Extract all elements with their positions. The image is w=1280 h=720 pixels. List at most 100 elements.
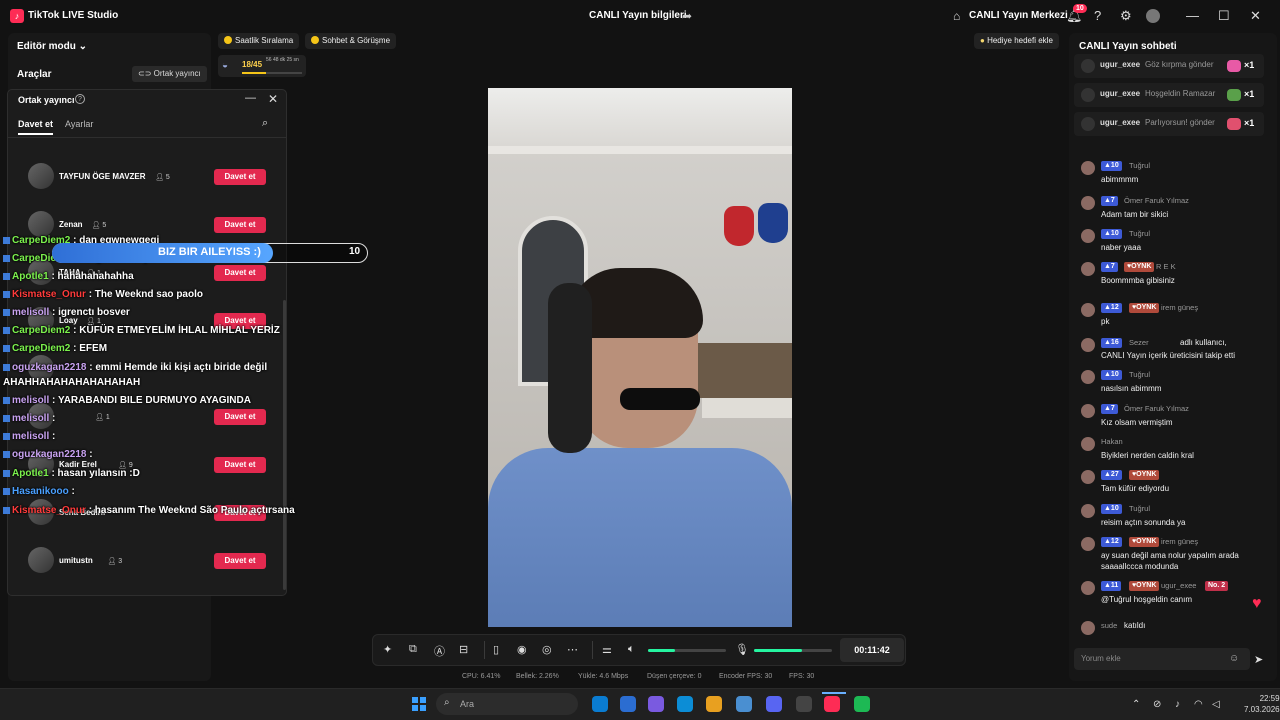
copilot-icon[interactable]	[648, 696, 664, 712]
invite-button[interactable]: Davet et	[214, 409, 266, 425]
sofa	[688, 343, 792, 398]
encoder-fps-stat: Encoder FPS: 30	[719, 673, 773, 680]
overlay-message: : EFEM	[70, 343, 108, 354]
discord-icon[interactable]	[766, 696, 782, 712]
chat-username: Tuğrul	[1129, 229, 1150, 238]
cohost-follower-count: 👤︎ 5	[91, 222, 107, 229]
avatar	[1081, 262, 1095, 276]
overlay-chat-line: Hasanikooo :	[3, 486, 75, 497]
record-icon[interactable]: ◉	[517, 643, 527, 656]
gear-icon[interactable]: ⚙	[1120, 8, 1132, 24]
tab-settings[interactable]: Ayarlar	[65, 119, 93, 129]
overlay-chat-line: Kismatse_Onur : The Weeknd sao paolo	[3, 289, 203, 300]
overlay-username: melisoll	[12, 413, 50, 424]
search-icon: ⌕	[444, 697, 450, 708]
chat-username: ugur_exee	[1161, 581, 1197, 590]
tiktok-studio-icon[interactable]	[824, 696, 840, 712]
active-app-indicator	[822, 692, 846, 694]
divider	[592, 641, 593, 659]
chevron-up-icon[interactable]: ⌃	[1132, 699, 1140, 710]
taskbar-search[interactable]: Ara	[436, 693, 578, 715]
overlay-username: Kismatse_Onur	[12, 289, 86, 300]
steam-icon[interactable]	[796, 696, 812, 712]
link-icon: ⊂⊃	[138, 69, 152, 78]
maximize-icon[interactable]: ☐	[1218, 8, 1230, 24]
live-info-title[interactable]: CANLI Yayın bilgileri	[589, 10, 687, 21]
cohost-button[interactable]: ⊂⊃ Ortak yayıncı	[132, 66, 207, 82]
level-badge: ▲12	[1101, 303, 1122, 313]
close-icon[interactable]: ✕	[1250, 8, 1261, 24]
scrollbar[interactable]	[283, 300, 286, 590]
minimize-icon[interactable]: —	[245, 92, 256, 104]
ai-icon[interactable]: Ⓐ	[434, 643, 445, 659]
phone-icon[interactable]: ▯	[493, 643, 499, 656]
minimize-icon[interactable]: —	[1186, 8, 1199, 23]
level-badge: ▲10	[1101, 161, 1122, 171]
send-icon[interactable]: ➤	[1254, 653, 1263, 666]
gift-count: ×1	[1244, 89, 1255, 99]
invite-button[interactable]: Davet et	[214, 217, 266, 233]
clock[interactable]: 22:59 7.03.2026	[1244, 693, 1280, 715]
person-shirt	[488, 448, 792, 627]
tab-invite[interactable]: Davet et	[18, 119, 53, 129]
overlay-message: : emmi Hemde iki kişi açtı biride değil	[86, 362, 268, 373]
caption-icon[interactable]: ⊟	[459, 643, 468, 656]
user-badge-icon	[3, 433, 10, 440]
edge-icon[interactable]	[677, 696, 693, 712]
magic-wand-icon[interactable]: ✦	[383, 643, 392, 656]
search-icon[interactable]: ⌕	[262, 117, 268, 130]
goal-icon: ◒	[222, 60, 229, 71]
speaker-icon[interactable]: 🔈︎	[628, 643, 635, 656]
chat-meet-pill[interactable]: Sohbet & Görüşme	[305, 33, 397, 49]
goal-time: 56 48 dk 25 sn	[266, 57, 299, 63]
settings-app-icon[interactable]	[736, 696, 752, 712]
hourly-ranking-pill[interactable]: Saatlik Sıralama	[218, 33, 300, 49]
file-explorer-icon[interactable]	[592, 696, 608, 712]
invite-button[interactable]: Davet et	[214, 457, 266, 473]
emoji-icon[interactable]: ☺	[1229, 653, 1239, 664]
avatar	[1081, 88, 1095, 102]
shelf	[702, 398, 792, 418]
headphones	[548, 283, 592, 453]
live-timer: 00:11:42	[840, 638, 904, 662]
pinned-message: Göz kırpma gönder	[1145, 60, 1214, 69]
divider	[8, 137, 286, 138]
speaker-icon[interactable]: ◁	[1212, 699, 1220, 710]
spotify-icon[interactable]	[854, 696, 870, 712]
invite-button[interactable]: Davet et	[214, 265, 266, 281]
help-icon[interactable]: ?	[75, 94, 85, 104]
comment-input[interactable]: Yorum ekle	[1074, 648, 1250, 670]
invite-button[interactable]: Davet et	[214, 169, 266, 185]
editor-mode-dropdown[interactable]: Editör modu ⌄	[17, 41, 87, 52]
share-icon[interactable]: ➦	[682, 9, 692, 23]
live-center-button[interactable]: CANLI Yayın Merkezi	[969, 10, 1068, 21]
microphone-icon[interactable]: 🎙︎	[735, 643, 749, 656]
mixer-icon[interactable]: ⚌	[602, 643, 612, 656]
effects-icon[interactable]: ◎	[542, 643, 552, 656]
ceiling	[488, 88, 792, 148]
invite-button[interactable]: Davet et	[214, 553, 266, 569]
more-icon[interactable]: ⋯	[567, 643, 578, 656]
outlook-icon[interactable]	[620, 696, 636, 712]
help-icon[interactable]: ?	[1094, 8, 1101, 23]
overlay-message: :	[86, 449, 93, 460]
user-badge-icon	[3, 345, 10, 352]
network-icon[interactable]: ⊘	[1153, 699, 1161, 710]
home-icon[interactable]: ⌂	[953, 9, 960, 23]
overlay-message: : The Weeknd sao paolo	[85, 289, 203, 300]
microphone-icon[interactable]: ♪	[1175, 699, 1180, 710]
fps-stat: FPS: 30	[789, 673, 815, 680]
overlay-chat-line: oguzkagan2218 :	[3, 449, 93, 460]
divider	[484, 641, 485, 659]
windows-start-icon[interactable]	[412, 697, 426, 711]
add-gift-goal-button[interactable]: ● Hediye hedefi ekle	[974, 33, 1059, 49]
screen-share-icon[interactable]: ⧉	[409, 643, 417, 656]
pinned-username: ugur_exee	[1100, 60, 1141, 69]
avatar	[1081, 117, 1095, 131]
avatar[interactable]	[1146, 9, 1160, 23]
wifi-icon[interactable]: ◠	[1194, 699, 1203, 710]
close-icon[interactable]: ✕	[268, 92, 278, 106]
user-badge-icon	[3, 327, 10, 334]
pinned-message: Hoşgeldin Ramazar	[1145, 89, 1216, 98]
chrome-icon[interactable]	[706, 696, 722, 712]
